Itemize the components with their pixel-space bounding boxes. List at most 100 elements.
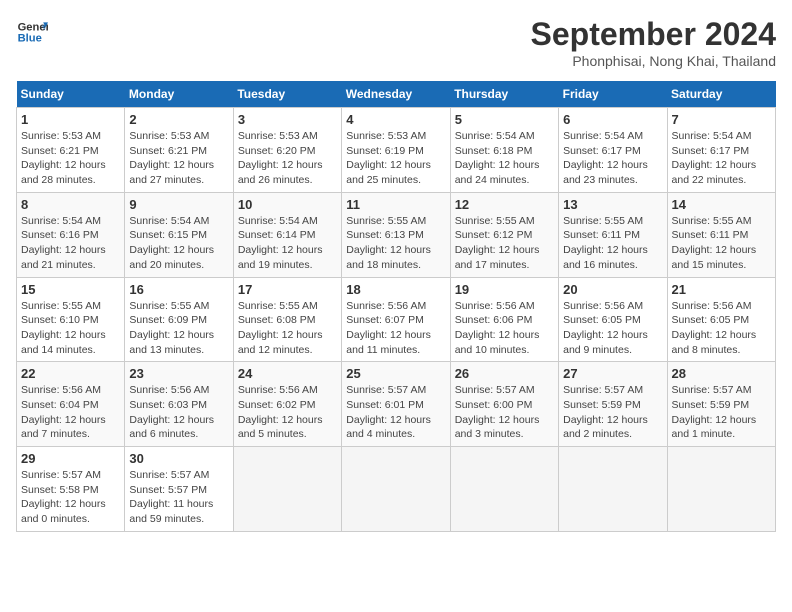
sunrise-label: Sunrise: 5:53 AM xyxy=(129,130,209,142)
sunrise-label: Sunrise: 5:53 AM xyxy=(21,130,101,142)
page-header: General Blue September 2024 Phonphisai, … xyxy=(16,16,776,69)
sunset-label: Sunset: 6:06 PM xyxy=(455,314,533,326)
day-info: Sunrise: 5:56 AM Sunset: 6:05 PM Dayligh… xyxy=(563,299,662,358)
weekday-header-tuesday: Tuesday xyxy=(233,81,341,108)
sunset-label: Sunset: 6:11 PM xyxy=(672,229,749,241)
day-info: Sunrise: 5:55 AM Sunset: 6:08 PM Dayligh… xyxy=(238,299,337,358)
calendar-cell: 8 Sunrise: 5:54 AM Sunset: 6:16 PM Dayli… xyxy=(17,192,125,277)
day-number: 14 xyxy=(672,197,771,212)
calendar-cell: 27 Sunrise: 5:57 AM Sunset: 5:59 PM Dayl… xyxy=(559,362,667,447)
weekday-header-monday: Monday xyxy=(125,81,233,108)
day-info: Sunrise: 5:55 AM Sunset: 6:13 PM Dayligh… xyxy=(346,214,445,273)
day-info: Sunrise: 5:57 AM Sunset: 6:00 PM Dayligh… xyxy=(455,383,554,442)
sunrise-label: Sunrise: 5:54 AM xyxy=(238,215,318,227)
weekday-header-friday: Friday xyxy=(559,81,667,108)
sunset-label: Sunset: 5:58 PM xyxy=(21,484,99,496)
calendar-cell: 29 Sunrise: 5:57 AM Sunset: 5:58 PM Dayl… xyxy=(17,447,125,532)
week-row-1: 1 Sunrise: 5:53 AM Sunset: 6:21 PM Dayli… xyxy=(17,108,776,193)
daylight-label: Daylight: 12 hours and 14 minutes. xyxy=(21,329,106,356)
day-number: 9 xyxy=(129,197,228,212)
sunset-label: Sunset: 6:03 PM xyxy=(129,399,207,411)
logo-icon: General Blue xyxy=(16,16,48,48)
sunset-label: Sunset: 6:09 PM xyxy=(129,314,207,326)
daylight-label: Daylight: 12 hours and 7 minutes. xyxy=(21,414,106,441)
day-number: 27 xyxy=(563,366,662,381)
sunset-label: Sunset: 6:18 PM xyxy=(455,145,533,157)
day-number: 6 xyxy=(563,112,662,127)
sunset-label: Sunset: 6:21 PM xyxy=(21,145,99,157)
day-number: 5 xyxy=(455,112,554,127)
week-row-2: 8 Sunrise: 5:54 AM Sunset: 6:16 PM Dayli… xyxy=(17,192,776,277)
sunrise-label: Sunrise: 5:54 AM xyxy=(455,130,535,142)
day-info: Sunrise: 5:57 AM Sunset: 5:59 PM Dayligh… xyxy=(672,383,771,442)
calendar-cell: 5 Sunrise: 5:54 AM Sunset: 6:18 PM Dayli… xyxy=(450,108,558,193)
day-number: 28 xyxy=(672,366,771,381)
daylight-label: Daylight: 12 hours and 19 minutes. xyxy=(238,244,323,271)
sunrise-label: Sunrise: 5:55 AM xyxy=(563,215,643,227)
day-number: 17 xyxy=(238,282,337,297)
calendar-cell: 20 Sunrise: 5:56 AM Sunset: 6:05 PM Dayl… xyxy=(559,277,667,362)
day-info: Sunrise: 5:55 AM Sunset: 6:09 PM Dayligh… xyxy=(129,299,228,358)
day-info: Sunrise: 5:53 AM Sunset: 6:21 PM Dayligh… xyxy=(129,129,228,188)
daylight-label: Daylight: 12 hours and 9 minutes. xyxy=(563,329,648,356)
sunset-label: Sunset: 6:07 PM xyxy=(346,314,424,326)
day-info: Sunrise: 5:54 AM Sunset: 6:18 PM Dayligh… xyxy=(455,129,554,188)
sunset-label: Sunset: 6:21 PM xyxy=(129,145,207,157)
daylight-label: Daylight: 12 hours and 15 minutes. xyxy=(672,244,757,271)
calendar-cell: 16 Sunrise: 5:55 AM Sunset: 6:09 PM Dayl… xyxy=(125,277,233,362)
calendar-cell: 9 Sunrise: 5:54 AM Sunset: 6:15 PM Dayli… xyxy=(125,192,233,277)
daylight-label: Daylight: 12 hours and 18 minutes. xyxy=(346,244,431,271)
sunrise-label: Sunrise: 5:54 AM xyxy=(672,130,752,142)
calendar-cell: 2 Sunrise: 5:53 AM Sunset: 6:21 PM Dayli… xyxy=(125,108,233,193)
sunrise-label: Sunrise: 5:56 AM xyxy=(129,384,209,396)
calendar-cell: 30 Sunrise: 5:57 AM Sunset: 5:57 PM Dayl… xyxy=(125,447,233,532)
calendar-cell: 24 Sunrise: 5:56 AM Sunset: 6:02 PM Dayl… xyxy=(233,362,341,447)
day-info: Sunrise: 5:55 AM Sunset: 6:11 PM Dayligh… xyxy=(672,214,771,273)
calendar-cell: 1 Sunrise: 5:53 AM Sunset: 6:21 PM Dayli… xyxy=(17,108,125,193)
day-number: 24 xyxy=(238,366,337,381)
day-number: 2 xyxy=(129,112,228,127)
day-info: Sunrise: 5:54 AM Sunset: 6:15 PM Dayligh… xyxy=(129,214,228,273)
sunrise-label: Sunrise: 5:56 AM xyxy=(346,300,426,312)
calendar-cell: 21 Sunrise: 5:56 AM Sunset: 6:05 PM Dayl… xyxy=(667,277,775,362)
calendar-cell: 25 Sunrise: 5:57 AM Sunset: 6:01 PM Dayl… xyxy=(342,362,450,447)
sunset-label: Sunset: 6:02 PM xyxy=(238,399,316,411)
daylight-label: Daylight: 12 hours and 1 minute. xyxy=(672,414,757,441)
daylight-label: Daylight: 12 hours and 5 minutes. xyxy=(238,414,323,441)
daylight-label: Daylight: 12 hours and 17 minutes. xyxy=(455,244,540,271)
sunset-label: Sunset: 6:04 PM xyxy=(21,399,99,411)
daylight-label: Daylight: 12 hours and 22 minutes. xyxy=(672,159,757,186)
day-number: 22 xyxy=(21,366,120,381)
day-number: 25 xyxy=(346,366,445,381)
sunset-label: Sunset: 6:08 PM xyxy=(238,314,316,326)
sunset-label: Sunset: 6:14 PM xyxy=(238,229,316,241)
week-row-3: 15 Sunrise: 5:55 AM Sunset: 6:10 PM Dayl… xyxy=(17,277,776,362)
daylight-label: Daylight: 12 hours and 11 minutes. xyxy=(346,329,431,356)
calendar-cell: 4 Sunrise: 5:53 AM Sunset: 6:19 PM Dayli… xyxy=(342,108,450,193)
sunset-label: Sunset: 6:17 PM xyxy=(672,145,750,157)
sunrise-label: Sunrise: 5:57 AM xyxy=(129,469,209,481)
svg-text:Blue: Blue xyxy=(18,33,42,45)
day-number: 29 xyxy=(21,451,120,466)
daylight-label: Daylight: 12 hours and 27 minutes. xyxy=(129,159,214,186)
daylight-label: Daylight: 12 hours and 26 minutes. xyxy=(238,159,323,186)
sunrise-label: Sunrise: 5:56 AM xyxy=(238,384,318,396)
daylight-label: Daylight: 12 hours and 21 minutes. xyxy=(21,244,106,271)
calendar-cell: 13 Sunrise: 5:55 AM Sunset: 6:11 PM Dayl… xyxy=(559,192,667,277)
daylight-label: Daylight: 12 hours and 12 minutes. xyxy=(238,329,323,356)
day-info: Sunrise: 5:56 AM Sunset: 6:06 PM Dayligh… xyxy=(455,299,554,358)
sunset-label: Sunset: 6:19 PM xyxy=(346,145,424,157)
daylight-label: Daylight: 12 hours and 6 minutes. xyxy=(129,414,214,441)
day-number: 8 xyxy=(21,197,120,212)
sunrise-label: Sunrise: 5:55 AM xyxy=(346,215,426,227)
weekday-header-sunday: Sunday xyxy=(17,81,125,108)
weekday-header-row: SundayMondayTuesdayWednesdayThursdayFrid… xyxy=(17,81,776,108)
day-info: Sunrise: 5:53 AM Sunset: 6:21 PM Dayligh… xyxy=(21,129,120,188)
sunrise-label: Sunrise: 5:53 AM xyxy=(346,130,426,142)
day-number: 21 xyxy=(672,282,771,297)
day-info: Sunrise: 5:54 AM Sunset: 6:17 PM Dayligh… xyxy=(563,129,662,188)
day-number: 1 xyxy=(21,112,120,127)
sunrise-label: Sunrise: 5:55 AM xyxy=(672,215,752,227)
calendar-cell: 11 Sunrise: 5:55 AM Sunset: 6:13 PM Dayl… xyxy=(342,192,450,277)
sunset-label: Sunset: 6:15 PM xyxy=(129,229,207,241)
